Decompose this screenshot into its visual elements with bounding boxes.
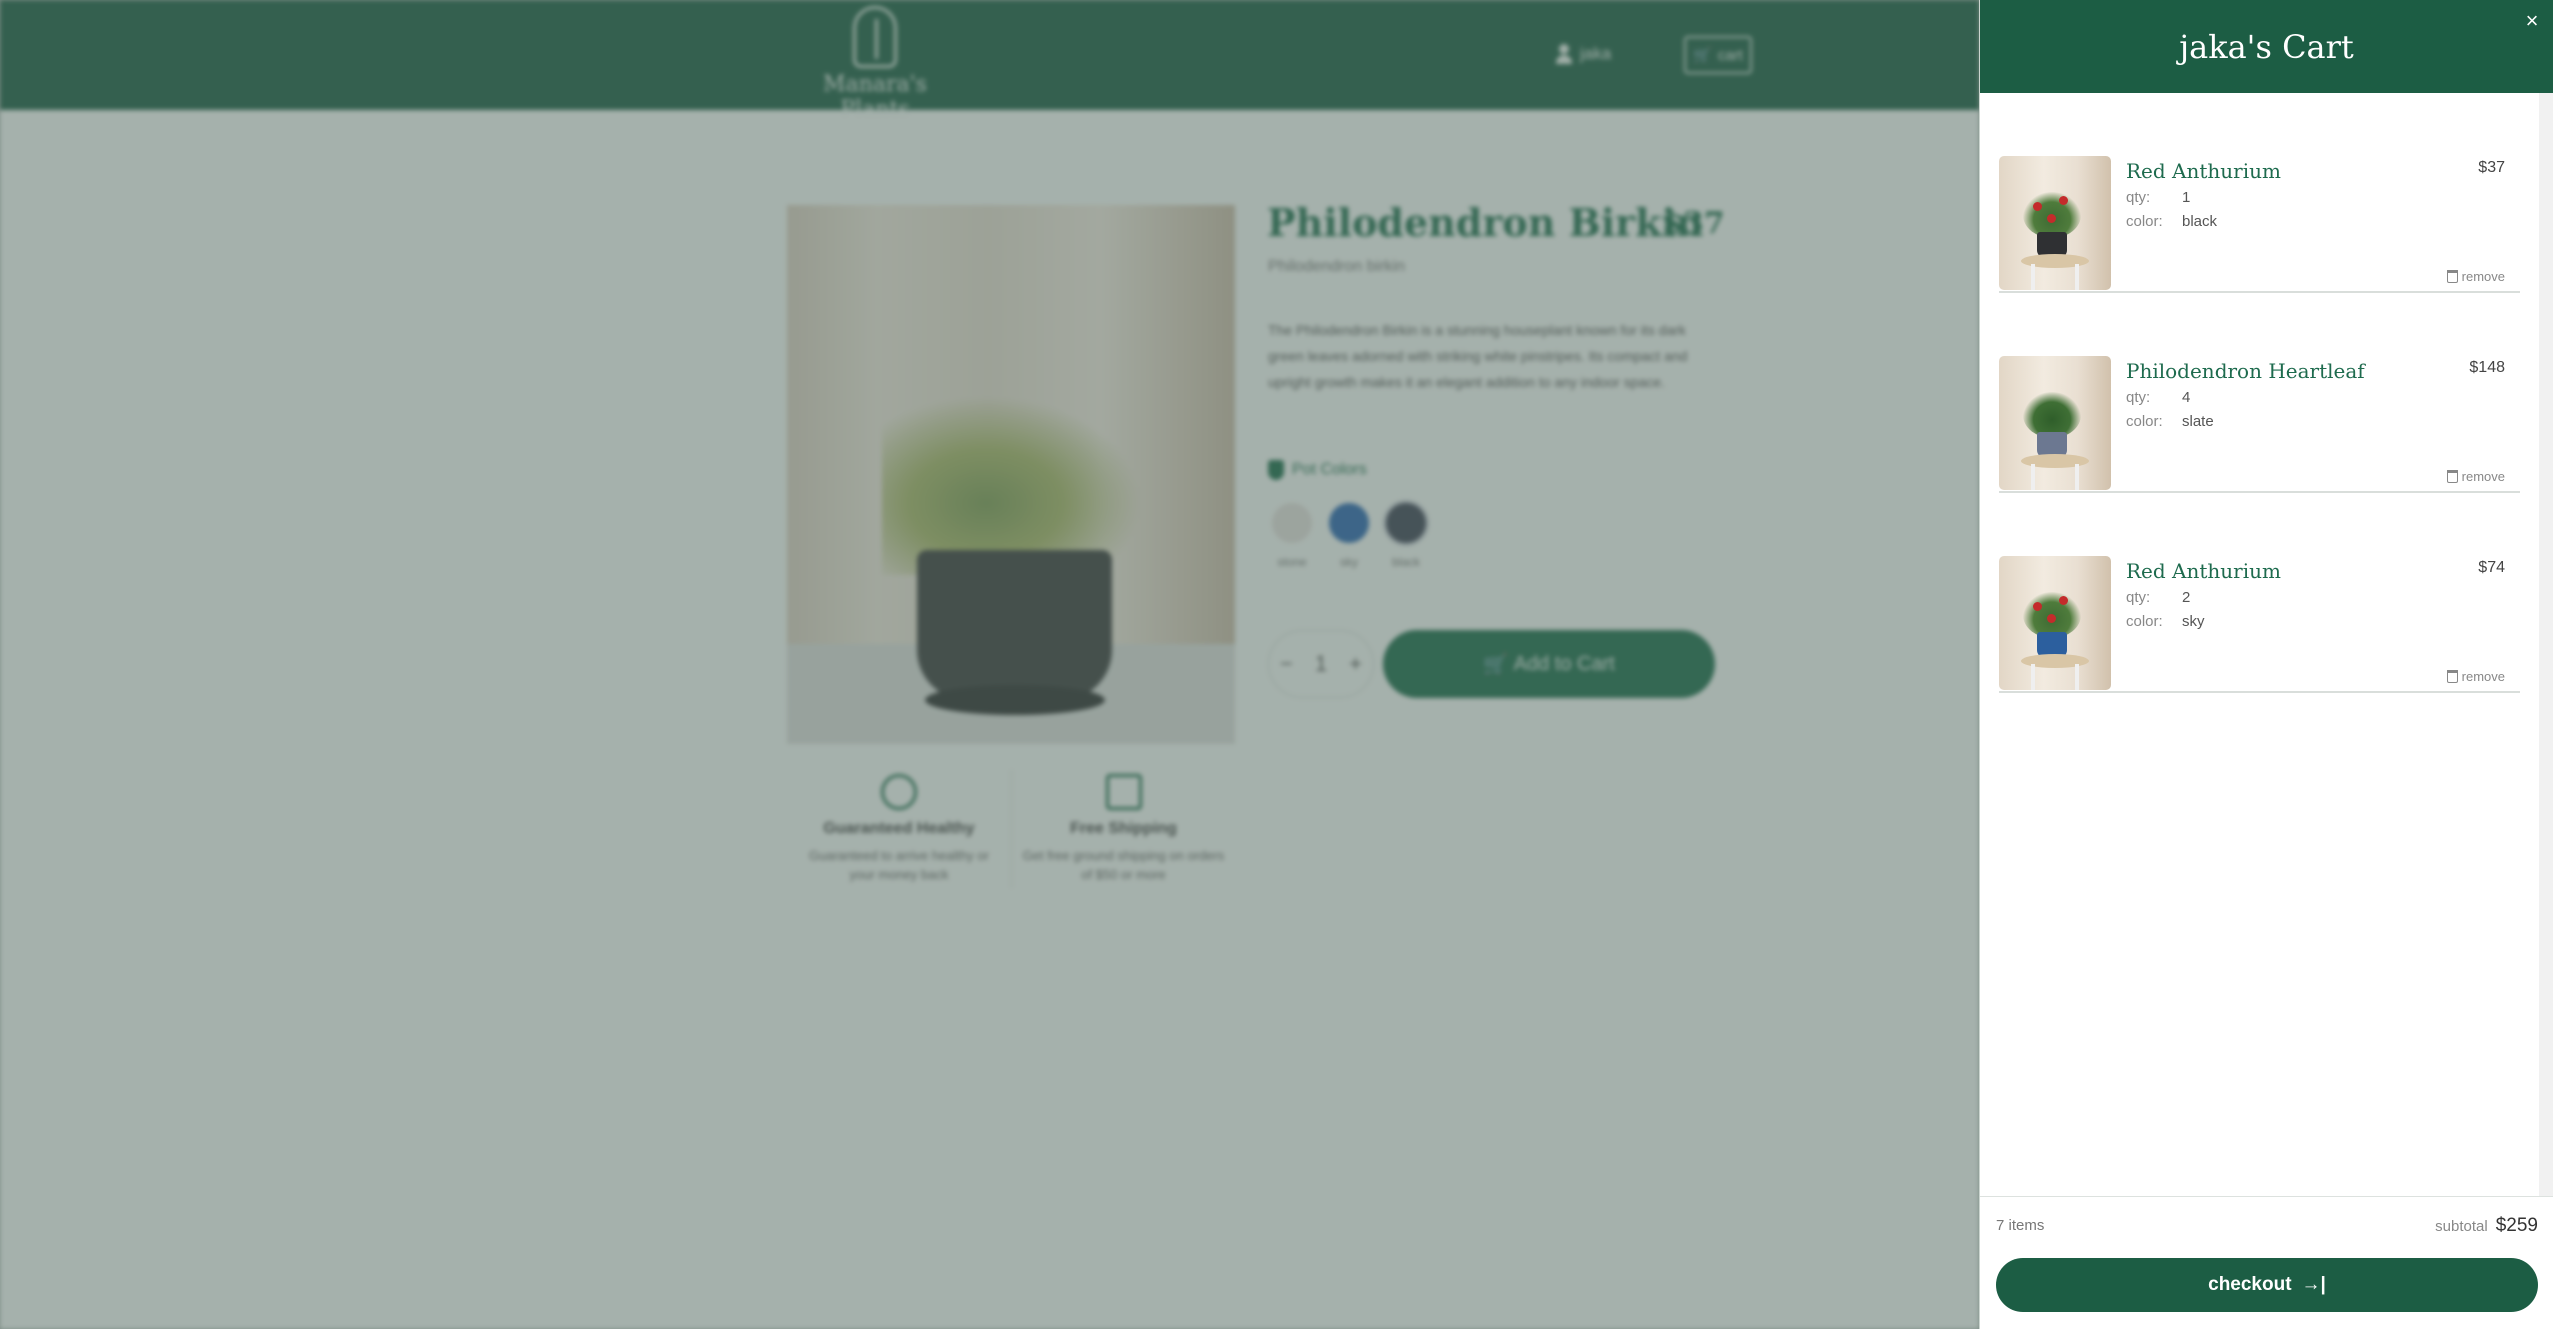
subtotal: subtotal $259 xyxy=(2435,1215,2538,1237)
remove-label: remove xyxy=(2461,669,2505,684)
checkout-label: checkout xyxy=(2208,1274,2292,1295)
color-key: color: xyxy=(2126,413,2163,430)
cart-item: Red Anthurium qty: 2 color: sky $74 remove xyxy=(1999,493,2520,693)
item-thumbnail[interactable] xyxy=(1999,156,2111,290)
qty-key: qty: xyxy=(2126,589,2151,606)
close-button[interactable]: × xyxy=(2519,8,2545,34)
item-thumbnail[interactable] xyxy=(1999,556,2111,690)
arrow-right-icon: →| xyxy=(2301,1274,2326,1295)
item-count: 7 items xyxy=(1996,1217,2045,1234)
item-color: color: slate xyxy=(2126,413,2214,430)
item-color: color: black xyxy=(2126,213,2217,230)
item-price: $74 xyxy=(2478,559,2505,576)
item-name[interactable]: Red Anthurium xyxy=(2126,559,2281,583)
cart-item: Philodendron Heartleaf qty: 4 color: slate… xyxy=(1999,293,2520,493)
cart-footer: 7 items subtotal $259 checkout →| xyxy=(1980,1196,2553,1329)
qty-value: 4 xyxy=(2182,389,2191,406)
checkout-button[interactable]: checkout →| xyxy=(1996,1258,2538,1312)
item-name[interactable]: Red Anthurium xyxy=(2126,159,2281,183)
trash-icon xyxy=(2446,470,2458,483)
item-price: $37 xyxy=(2478,159,2505,176)
qty-key: qty: xyxy=(2126,189,2151,206)
color-key: color: xyxy=(2126,613,2163,630)
remove-button[interactable]: remove xyxy=(2446,669,2505,684)
trash-icon xyxy=(2446,270,2458,283)
item-qty: qty: 1 xyxy=(2126,189,2190,206)
cart-header: jaka's Cart × xyxy=(1980,0,2553,93)
qty-value: 2 xyxy=(2182,589,2191,606)
subtotal-label: subtotal xyxy=(2435,1218,2488,1235)
color-value: sky xyxy=(2182,613,2205,630)
item-qty: qty: 2 xyxy=(2126,589,2190,606)
qty-key: qty: xyxy=(2126,389,2151,406)
modal-overlay[interactable] xyxy=(0,0,1979,1329)
cart-item: Red Anthurium qty: 1 color: black $37 remo… xyxy=(1999,93,2520,293)
color-key: color: xyxy=(2126,213,2163,230)
remove-button[interactable]: remove xyxy=(2446,469,2505,484)
item-thumbnail[interactable] xyxy=(1999,356,2111,490)
cart-drawer: jaka's Cart × Red Anthurium qty: 1 color:… xyxy=(1979,0,2553,1329)
cart-title: jaka's Cart xyxy=(2179,27,2354,66)
item-price: $148 xyxy=(2469,359,2505,376)
item-name[interactable]: Philodendron Heartleaf xyxy=(2126,359,2365,383)
cart-items: Red Anthurium qty: 1 color: black $37 remo… xyxy=(1999,93,2520,693)
qty-value: 1 xyxy=(2182,189,2191,206)
item-color: color: sky xyxy=(2126,613,2205,630)
remove-label: remove xyxy=(2461,469,2505,484)
remove-label: remove xyxy=(2461,269,2505,284)
trash-icon xyxy=(2446,670,2458,683)
scrollbar[interactable] xyxy=(2539,93,2553,1196)
color-value: black xyxy=(2182,213,2218,230)
color-value: slate xyxy=(2182,413,2214,430)
item-qty: qty: 4 xyxy=(2126,389,2190,406)
remove-button[interactable]: remove xyxy=(2446,269,2505,284)
subtotal-amount: $259 xyxy=(2495,1215,2538,1236)
